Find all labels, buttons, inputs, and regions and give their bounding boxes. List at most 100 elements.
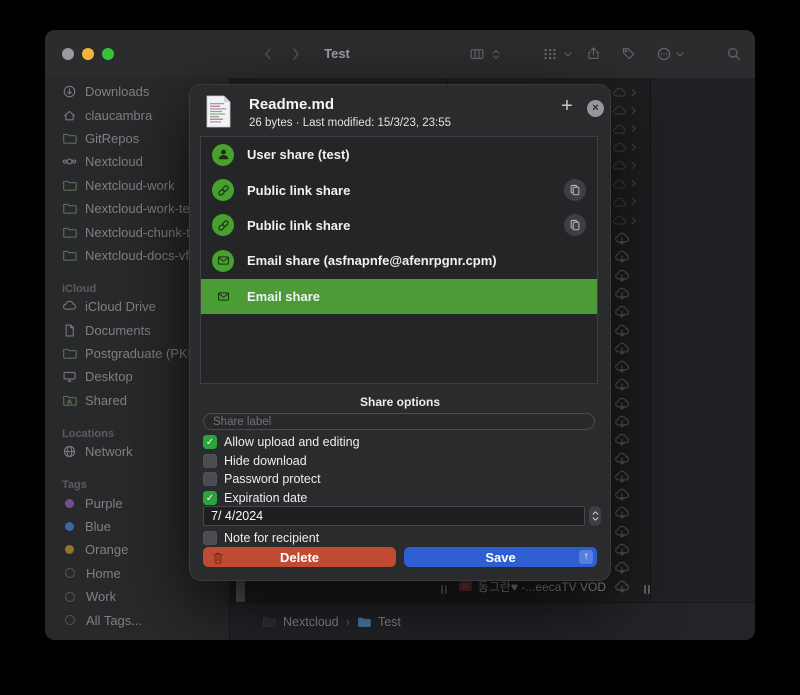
cloud-download-icon xyxy=(614,341,630,356)
share-row[interactable]: Email share (asfnapnfe@afenrpgnr.cpm) xyxy=(201,243,597,278)
cloud-folder-icon xyxy=(612,214,627,226)
sidebar-item-label: Downloads xyxy=(85,84,149,99)
copy-link-button[interactable] xyxy=(564,214,586,236)
cloud-download-icon xyxy=(614,396,630,411)
sidebar-item-label: GitRepos xyxy=(85,131,139,146)
column-divider xyxy=(650,78,651,602)
columns-view-icon[interactable] xyxy=(469,46,485,62)
file-name-label: 동그란♥ -...eecaTV VOD xyxy=(478,578,606,595)
path-bar: Nextcloud › Test xyxy=(230,602,755,640)
share-icon[interactable] xyxy=(586,46,601,61)
download-icon xyxy=(62,84,77,99)
checkbox-label: Hide download xyxy=(224,454,307,468)
cloud-folder-icon xyxy=(612,141,627,153)
checkbox[interactable] xyxy=(203,454,217,468)
minimize-window-button[interactable] xyxy=(82,48,94,60)
sidebar-item-label: All Tags... xyxy=(86,613,142,628)
share-row[interactable]: User share (test) xyxy=(201,137,597,172)
checkbox-label: Note for recipient xyxy=(224,531,319,545)
share-row[interactable]: Email share xyxy=(201,279,597,314)
cloud-download-icon xyxy=(614,505,630,520)
chevron-right-icon xyxy=(631,124,637,133)
share-label: User share (test) xyxy=(247,147,350,162)
share-row[interactable]: Public link share xyxy=(201,172,597,207)
sidebar-item-all-tags-[interactable]: All Tags... xyxy=(45,608,229,631)
blue-folder-icon xyxy=(357,615,371,629)
checkbox-row-note-for-recipient[interactable]: Note for recipient xyxy=(203,529,319,548)
tag-color-dot xyxy=(65,522,74,531)
note-checkbox-row: Note for recipient xyxy=(203,529,319,548)
back-button[interactable] xyxy=(263,47,273,61)
add-share-button[interactable]: + xyxy=(556,96,578,118)
window-title: Test xyxy=(297,46,377,61)
share-label: Public link share xyxy=(247,218,350,233)
sidebar-item-label: Postgraduate (PKU) xyxy=(85,346,201,361)
search-icon[interactable] xyxy=(726,46,742,62)
cloud-download-icon xyxy=(614,268,630,283)
breadcrumb-item[interactable]: Test xyxy=(378,615,401,629)
video-file-icon xyxy=(459,581,472,591)
cloud-download-icon xyxy=(614,286,630,301)
share-label-input[interactable] xyxy=(203,413,595,430)
chevron-down-icon[interactable] xyxy=(675,51,685,58)
stepper-up-icon[interactable] xyxy=(592,511,599,515)
sidebar-item-label: claucambra xyxy=(85,108,152,123)
tag-icon[interactable] xyxy=(621,46,636,61)
checkbox-label: Password protect xyxy=(224,472,321,486)
chevron-right-icon xyxy=(631,216,637,225)
sidebar-item-label: Shared xyxy=(85,393,127,408)
checkbox[interactable]: ✓ xyxy=(203,491,217,505)
column-resize-handle[interactable] xyxy=(648,585,650,594)
cloud-download-icon xyxy=(614,579,630,594)
sidebar-item-label: Nextcloud-chunk-tes xyxy=(85,225,204,240)
delete-button[interactable]: Delete xyxy=(203,547,396,567)
cloud-download-icon xyxy=(614,359,630,374)
more-actions-icon[interactable] xyxy=(656,46,672,62)
checkbox[interactable]: ✓ xyxy=(203,435,217,449)
expiration-date-input[interactable] xyxy=(203,506,585,526)
copy-link-button[interactable] xyxy=(564,179,586,201)
close-window-button[interactable] xyxy=(62,48,74,60)
stepper-down-icon[interactable] xyxy=(592,517,599,521)
column-resize-handle[interactable] xyxy=(644,585,646,594)
cloud-download-icon xyxy=(614,377,630,392)
checkbox[interactable] xyxy=(203,472,217,486)
folder-icon xyxy=(62,248,77,263)
email-icon xyxy=(212,250,234,272)
close-dialog-button[interactable]: × xyxy=(587,100,604,117)
zoom-window-button[interactable] xyxy=(102,48,114,60)
group-by-icon[interactable] xyxy=(542,46,558,62)
checkbox-row-expiration-date[interactable]: ✓ Expiration date xyxy=(203,489,597,508)
date-stepper[interactable] xyxy=(589,506,601,526)
home-icon xyxy=(62,108,77,123)
column-resize-handle[interactable] xyxy=(445,585,447,594)
chevron-right-icon xyxy=(631,197,637,206)
sidebar-item-label: Documents xyxy=(85,323,151,338)
share-options-header: Share options xyxy=(190,395,610,409)
sidebar-item-work[interactable]: Work xyxy=(45,585,229,608)
sidebar-item-label: Orange xyxy=(85,542,128,557)
sort-chevrons-icon[interactable] xyxy=(491,48,501,61)
sidebar-item-label: Home xyxy=(86,566,121,581)
breadcrumb-item[interactable]: Nextcloud xyxy=(283,615,339,629)
checkbox-row-allow-upload-and-editing[interactable]: ✓Allow upload and editing xyxy=(203,433,597,452)
save-button[interactable]: Save ↑ xyxy=(404,547,597,567)
column-resize-handle[interactable] xyxy=(441,585,443,594)
share-option-checkboxes: ✓Allow upload and editing Hide download Pa… xyxy=(203,433,597,507)
tag-ring-icon xyxy=(65,568,75,578)
share-row[interactable]: Public link share xyxy=(201,208,597,243)
cloud-folder-icon xyxy=(612,159,627,171)
cloud-download-icon xyxy=(614,487,630,502)
trash-icon xyxy=(212,551,224,565)
sidebar-item-label: Nextcloud xyxy=(85,154,143,169)
checkbox-row-hide-download[interactable]: Hide download xyxy=(203,452,597,471)
cloud-download-icon xyxy=(614,249,630,264)
folder-icon xyxy=(62,131,77,146)
cloud-download-icon xyxy=(614,304,630,319)
checkbox-label: Expiration date xyxy=(224,491,307,505)
cloud-icon xyxy=(62,299,77,314)
checkbox[interactable] xyxy=(203,531,217,545)
checkbox-row-password-protect[interactable]: Password protect xyxy=(203,470,597,489)
share-list: User share (test) Public link share Public… xyxy=(200,136,598,384)
chevron-down-icon[interactable] xyxy=(563,51,573,58)
